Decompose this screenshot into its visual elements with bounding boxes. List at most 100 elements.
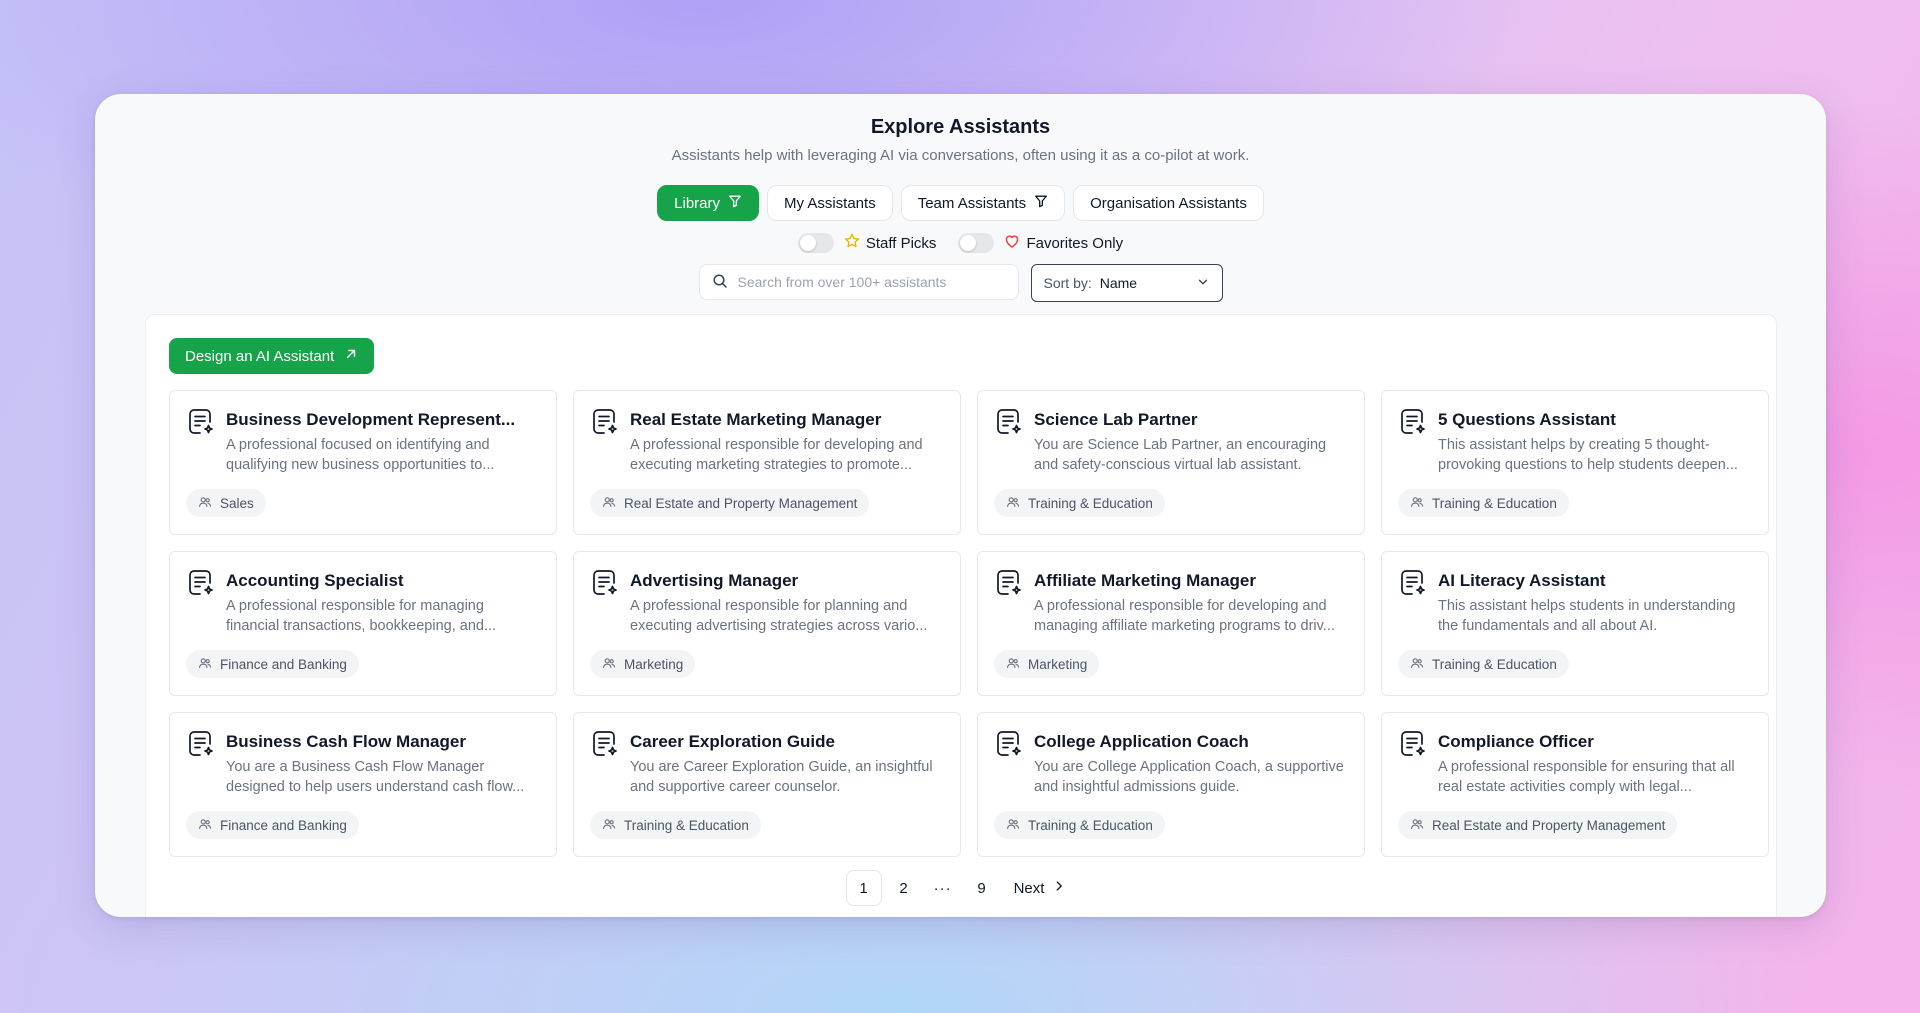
users-icon xyxy=(1410,817,1424,834)
category-label: Finance and Banking xyxy=(220,817,347,833)
assistant-title: Affiliate Marketing Manager xyxy=(1034,571,1256,590)
users-icon xyxy=(602,817,616,834)
assistant-icon xyxy=(186,568,216,598)
explore-assistants-window: Explore Assistants Assistants help with … xyxy=(95,94,1826,917)
staff-picks-toggle[interactable] xyxy=(797,233,834,253)
assistant-icon xyxy=(186,729,216,759)
assistant-description: You are Career Exploration Guide, an ins… xyxy=(630,759,933,795)
users-icon xyxy=(602,495,616,512)
assistant-card[interactable]: 5 Questions Assistant This assistant help… xyxy=(1381,390,1769,535)
category-label: Training & Education xyxy=(1028,495,1153,511)
category-label: Training & Education xyxy=(1432,495,1557,511)
category-badge: Real Estate and Property Management xyxy=(1398,811,1678,839)
filter-icon xyxy=(728,194,742,212)
users-icon xyxy=(198,495,212,512)
category-badge: Training & Education xyxy=(1398,489,1569,517)
next-page-button[interactable]: Next xyxy=(1004,870,1077,906)
star-icon xyxy=(844,233,860,253)
category-badge: Finance and Banking xyxy=(186,811,359,839)
assistant-description: This assistant helps students in underst… xyxy=(1438,598,1736,634)
assistant-card[interactable]: Career Exploration Guide You are Career E… xyxy=(573,712,961,857)
assistant-title: Science Lab Partner xyxy=(1034,410,1198,429)
users-icon xyxy=(198,817,212,834)
tab-library[interactable]: Library xyxy=(657,185,759,221)
sort-dropdown[interactable]: Sort by: Name xyxy=(1030,264,1223,302)
assistant-title: College Application Coach xyxy=(1034,732,1249,751)
assistant-title: AI Literacy Assistant xyxy=(1438,571,1606,590)
category-label: Training & Education xyxy=(1432,656,1557,672)
assistant-card[interactable]: Science Lab Partner You are Science Lab P… xyxy=(977,390,1365,535)
tab-my-assistants[interactable]: My Assistants xyxy=(767,185,893,221)
search-row: Sort by: Name xyxy=(95,264,1826,302)
assistant-card[interactable]: Business Development Represent... A profe… xyxy=(169,390,557,535)
assistant-card[interactable]: Compliance Officer A professional respons… xyxy=(1381,712,1769,857)
assistant-icon xyxy=(590,729,620,759)
users-icon xyxy=(1006,817,1020,834)
assistant-description: You are Science Lab Partner, an encourag… xyxy=(1034,437,1327,473)
tab-library-label: Library xyxy=(674,194,720,212)
assistant-card[interactable]: Affiliate Marketing Manager A professiona… xyxy=(977,551,1365,696)
assistant-title: Accounting Specialist xyxy=(226,571,404,590)
assistant-tabs: Library My Assistants Team Assistants Or… xyxy=(95,185,1826,221)
users-icon xyxy=(1410,656,1424,673)
assistant-card[interactable]: College Application Coach You are College… xyxy=(977,712,1365,857)
page-1-button[interactable]: 1 xyxy=(845,870,882,906)
filter-icon xyxy=(1034,194,1048,212)
assistant-description: You are College Application Coach, a sup… xyxy=(1034,759,1344,795)
staff-picks-toggle-row: Staff Picks xyxy=(797,233,937,253)
assistant-icon xyxy=(186,407,216,437)
assistant-description: A professional focused on identifying an… xyxy=(226,437,495,473)
assistant-title: Business Cash Flow Manager xyxy=(226,732,466,751)
category-badge: Marketing xyxy=(590,650,696,678)
users-icon xyxy=(1006,656,1020,673)
assistant-description: A professional responsible for developin… xyxy=(630,437,923,473)
assistant-card[interactable]: Business Cash Flow Manager You are a Busi… xyxy=(169,712,557,857)
tab-team-assistants[interactable]: Team Assistants xyxy=(900,185,1066,221)
sort-value: Name xyxy=(1099,275,1138,291)
next-page-label: Next xyxy=(1013,879,1045,897)
assistant-icon xyxy=(1398,568,1428,598)
tab-organisation-assistants[interactable]: Organisation Assistants xyxy=(1073,185,1264,221)
assistant-description: A professional responsible for developin… xyxy=(1034,598,1335,634)
tab-my-assistants-label: My Assistants xyxy=(784,194,876,212)
category-label: Marketing xyxy=(1028,656,1088,672)
assistant-icon xyxy=(994,729,1024,759)
assistant-card[interactable]: Advertising Manager A professional respon… xyxy=(573,551,961,696)
users-icon xyxy=(1410,495,1424,512)
arrow-up-right-icon xyxy=(344,347,358,365)
assistant-description: A professional responsible for ensuring … xyxy=(1438,759,1735,795)
pagination-ellipsis: ··· xyxy=(933,879,952,897)
staff-picks-label: Staff Picks xyxy=(865,234,937,252)
assistants-panel: Design an AI Assistant Business Developm… xyxy=(145,314,1777,917)
category-label: Finance and Banking xyxy=(220,656,347,672)
assistant-title: Career Exploration Guide xyxy=(630,732,835,751)
assistant-icon xyxy=(994,407,1024,437)
category-badge: Training & Education xyxy=(1398,650,1569,678)
favorites-toggle-row: Favorites Only xyxy=(958,233,1123,253)
page-title: Explore Assistants xyxy=(870,116,1051,138)
assistant-card[interactable]: Accounting Specialist A professional resp… xyxy=(169,551,557,696)
assistant-card[interactable]: Real Estate Marketing Manager A professio… xyxy=(573,390,961,535)
page-9-button[interactable]: 9 xyxy=(964,870,1000,906)
assistant-icon xyxy=(1398,407,1428,437)
category-label: Real Estate and Property Management xyxy=(624,495,858,511)
assistant-description: This assistant helps by creating 5 thoug… xyxy=(1438,437,1738,473)
users-icon xyxy=(602,656,616,673)
category-badge: Finance and Banking xyxy=(186,650,359,678)
assistant-card[interactable]: AI Literacy Assistant This assistant help… xyxy=(1381,551,1769,696)
sort-label: Sort by: xyxy=(1043,275,1092,291)
favorites-only-toggle[interactable] xyxy=(958,233,995,253)
design-ai-assistant-button[interactable]: Design an AI Assistant xyxy=(169,338,375,374)
category-label: Training & Education xyxy=(1028,817,1153,833)
search-input[interactable] xyxy=(737,274,1006,290)
page-2-button[interactable]: 2 xyxy=(886,870,922,906)
category-label: Training & Education xyxy=(624,817,749,833)
assistant-title: Real Estate Marketing Manager xyxy=(630,410,882,429)
assistant-icon xyxy=(590,568,620,598)
assistant-title: Advertising Manager xyxy=(630,571,799,590)
assistant-icon xyxy=(1398,729,1428,759)
assistant-title: Business Development Represent... xyxy=(226,410,516,429)
page-subtitle: Assistants help with leveraging AI via c… xyxy=(671,147,1250,164)
category-label: Marketing xyxy=(624,656,684,672)
category-badge: Training & Education xyxy=(590,811,761,839)
